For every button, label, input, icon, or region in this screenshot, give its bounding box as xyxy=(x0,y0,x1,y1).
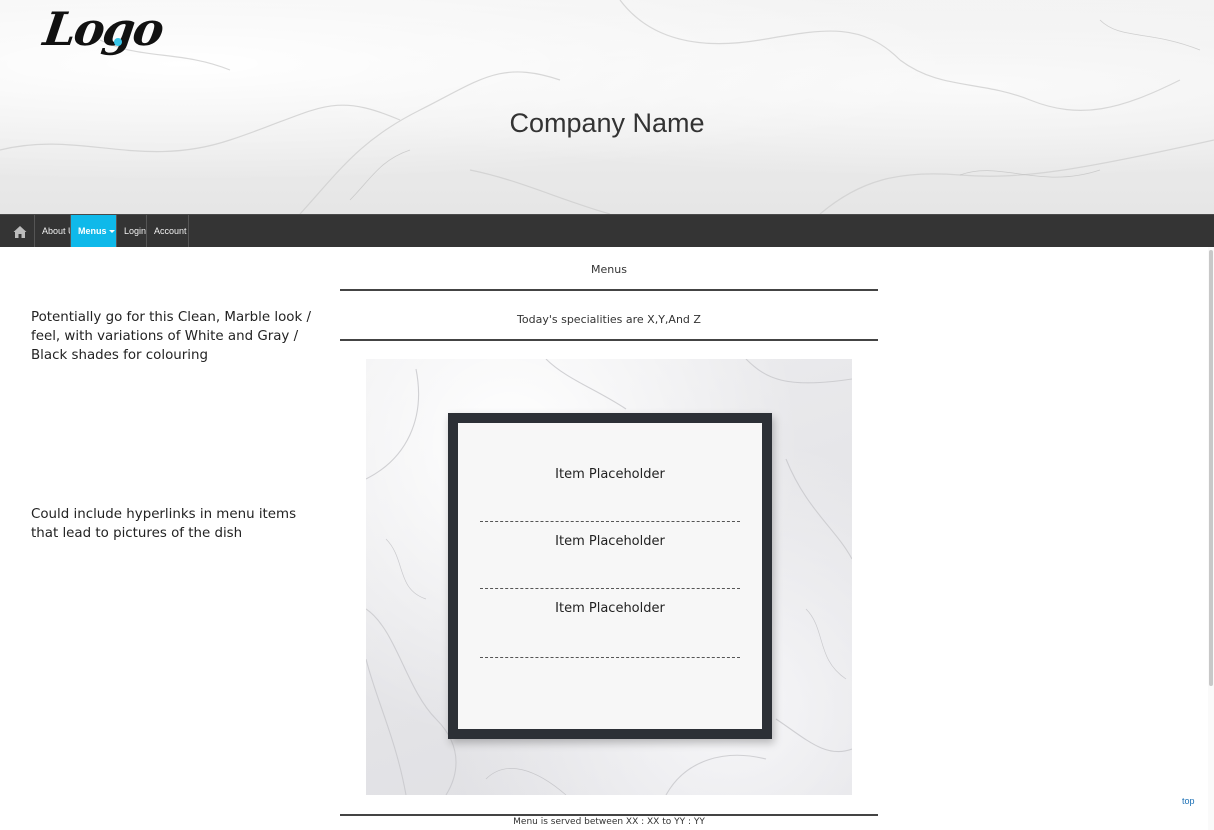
back-to-top-link[interactable]: top xyxy=(1182,796,1195,806)
marble-texture xyxy=(0,0,1214,214)
menu-board-image: Item Placeholder Item Placeholder Item P… xyxy=(366,359,852,795)
site-header: Logo Company Name xyxy=(0,0,1214,214)
dashed-divider xyxy=(480,657,740,658)
caret-down-icon xyxy=(108,230,115,234)
menus-title: Menus xyxy=(591,263,627,276)
menu-item[interactable]: Item Placeholder xyxy=(458,601,762,616)
divider xyxy=(340,339,878,341)
nav-item-menus[interactable]: Menus xyxy=(71,215,116,247)
menu-paper: Item Placeholder Item Placeholder Item P… xyxy=(458,423,762,729)
logo-dot xyxy=(114,38,122,46)
menu-item[interactable]: Item Placeholder xyxy=(458,534,762,549)
home-icon[interactable] xyxy=(12,224,28,240)
nav-bar: About Us Menus Login Account xyxy=(0,214,1214,247)
design-note-hyperlinks: Could include hyperlinks in menu items t… xyxy=(31,507,297,541)
nav-item-account[interactable]: Account xyxy=(147,215,194,247)
nav-separator xyxy=(188,215,189,247)
nav-item-label: Menus xyxy=(78,226,107,236)
dashed-divider xyxy=(480,521,740,522)
logo[interactable]: Logo xyxy=(40,2,165,56)
scrollbar-thumb[interactable] xyxy=(1209,250,1213,686)
divider xyxy=(340,289,878,291)
company-name: Company Name xyxy=(509,108,705,138)
divider xyxy=(340,814,878,816)
menu-item[interactable]: Item Placeholder xyxy=(458,467,762,482)
menu-board: Item Placeholder Item Placeholder Item P… xyxy=(448,413,772,739)
served-hours-text: Menu is served between XX : XX to YY : Y… xyxy=(513,817,705,827)
nav-item-label: Login xyxy=(124,226,147,236)
specialities-text: Today's specialities are X,Y,And Z xyxy=(517,313,701,326)
nav-item-label: Account xyxy=(154,226,187,236)
dashed-divider xyxy=(480,588,740,589)
design-note-marble: Potentially go for this Clean, Marble lo… xyxy=(31,310,311,363)
